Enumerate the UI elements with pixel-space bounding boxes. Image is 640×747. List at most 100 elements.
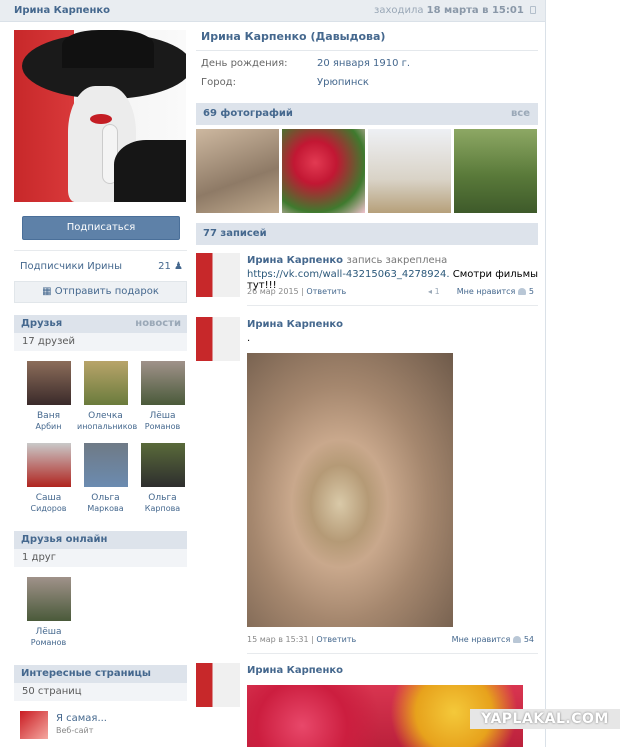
friend-last-name[interactable]: инопальников xyxy=(77,422,137,432)
friend-item[interactable]: Лёша Романов xyxy=(134,361,191,443)
online-friends-header[interactable]: Друзья онлайн xyxy=(14,531,187,549)
info-row-birthday: День рождения: 20 января 1910 г. xyxy=(196,58,538,74)
pages-header[interactable]: Интересные страницы xyxy=(14,665,187,683)
friend-avatar[interactable] xyxy=(140,361,185,405)
like-label: Мне нравится xyxy=(456,287,516,296)
divider xyxy=(247,305,538,306)
friend-avatar[interactable] xyxy=(83,443,128,487)
friend-first-name[interactable]: Ваня xyxy=(20,410,77,422)
info-value[interactable]: Урюпинск xyxy=(317,77,369,88)
friend-item[interactable]: Ольга Карпова xyxy=(134,443,191,525)
reply-link[interactable]: Ответить xyxy=(306,287,346,296)
post-link[interactable]: https://vk.com/wall-43215063_4278924. xyxy=(247,269,450,280)
photos-all-link[interactable]: все xyxy=(511,108,530,119)
heart-icon xyxy=(518,288,527,295)
post-action: запись закреплена xyxy=(346,255,448,266)
friend-item[interactable]: Ваня Арбин xyxy=(20,361,77,443)
watermark: YAPLAKAL.COM xyxy=(470,709,620,729)
page-type: Веб-сайт xyxy=(56,726,94,735)
share-count-value: 1 xyxy=(434,287,440,296)
online-friends-grid: Лёша Романов xyxy=(14,577,187,659)
page-title: Ирина Карпенко (Давыдова) xyxy=(201,30,386,43)
friend-last-name[interactable]: Романов xyxy=(134,422,191,432)
online-friends-title[interactable]: Друзья онлайн xyxy=(21,534,107,545)
post-date[interactable]: 26 мар 2015 xyxy=(247,287,299,296)
subscribers-row[interactable]: Подписчики Ирины 21 ♟ xyxy=(14,251,187,281)
photo-thumb[interactable] xyxy=(368,129,451,213)
post-author: Ирина Карпенко запись закреплена xyxy=(247,255,447,266)
friend-first-name[interactable]: Лёша xyxy=(20,626,77,638)
post-photo[interactable] xyxy=(247,353,453,627)
page-avatar[interactable] xyxy=(20,711,48,739)
friend-item[interactable]: Лёша Романов xyxy=(20,577,77,659)
friends-news-link[interactable]: новости xyxy=(135,318,181,329)
friend-last-name[interactable]: Арбин xyxy=(20,422,77,432)
friends-header[interactable]: Друзья новости xyxy=(14,315,187,333)
send-gift-button[interactable]: ▦ Отправить подарок xyxy=(14,281,187,303)
post-author-name[interactable]: Ирина Карпенко xyxy=(247,255,343,266)
subscribe-button[interactable]: Подписаться xyxy=(22,216,180,240)
post-author-name[interactable]: Ирина Карпенко xyxy=(247,665,343,676)
gift-icon: ▦ xyxy=(42,286,52,297)
friend-avatar[interactable] xyxy=(140,443,185,487)
friend-last-name[interactable]: Сидоров xyxy=(20,504,77,514)
friend-first-name[interactable]: Ольга xyxy=(77,492,134,504)
friends-title[interactable]: Друзья xyxy=(21,318,62,329)
friend-avatar[interactable] xyxy=(26,577,71,621)
wall-post: Ирина Карпенко запись закреплена https:/… xyxy=(196,253,538,317)
wall-header[interactable]: 77 записей xyxy=(196,223,538,245)
pages-count: 50 страниц xyxy=(14,683,187,701)
profile-avatar[interactable] xyxy=(14,30,186,202)
last-seen-status: заходила 18 марта в 15:01 xyxy=(374,5,536,16)
friend-last-name[interactable]: Карпова xyxy=(134,504,191,514)
post-avatar[interactable] xyxy=(196,663,240,707)
post-author-name[interactable]: Ирина Карпенко xyxy=(247,319,343,330)
wall-title[interactable]: 77 записей xyxy=(203,228,267,239)
friend-first-name[interactable]: Ольга xyxy=(134,492,191,504)
like-count: 5 xyxy=(528,287,534,296)
photo-thumb[interactable] xyxy=(454,129,537,213)
post-avatar[interactable] xyxy=(196,317,240,361)
reply-link[interactable]: Ответить xyxy=(316,635,356,644)
like-button[interactable]: Мне нравится 54 xyxy=(452,635,534,644)
info-value[interactable]: 20 января 1910 г. xyxy=(317,58,410,69)
friend-last-name[interactable]: Маркова xyxy=(77,504,134,514)
post-avatar[interactable] xyxy=(196,253,240,297)
friend-first-name[interactable]: Лёша xyxy=(134,410,191,422)
friend-last-name[interactable]: Романов xyxy=(20,638,77,648)
post-meta: 15 мар в 15:31 | Ответить xyxy=(247,635,357,644)
friend-item[interactable]: Олечка инопальников xyxy=(77,361,137,443)
friend-first-name[interactable]: Саша xyxy=(20,492,77,504)
page-item[interactable]: Я самая... Веб-сайт xyxy=(14,711,187,741)
post-text: . xyxy=(247,333,251,344)
page-name[interactable]: Я самая... xyxy=(56,713,107,724)
friend-item[interactable]: Ольга Маркова xyxy=(77,443,134,525)
like-count: 54 xyxy=(523,635,534,644)
pages-title[interactable]: Интересные страницы xyxy=(21,668,151,679)
subscribers-count: 21 ♟ xyxy=(158,261,183,272)
heart-icon xyxy=(513,636,522,643)
top-bar: Ирина Карпенко заходила 18 марта в 15:01 xyxy=(0,0,545,22)
photos-header[interactable]: 69 фотографий все xyxy=(196,103,538,125)
mobile-icon xyxy=(530,6,536,14)
friend-avatar[interactable] xyxy=(83,361,128,405)
photo-thumb[interactable] xyxy=(282,129,365,213)
friends-grid: Ваня Арбин Олечка инопальников Лёша Рома… xyxy=(14,361,187,525)
like-button[interactable]: Мне нравится 5 xyxy=(457,287,534,296)
photo-thumb[interactable] xyxy=(196,129,279,213)
friend-first-name[interactable]: Олечка xyxy=(77,410,134,422)
info-label: День рождения: xyxy=(201,58,288,69)
right-column: Ирина Карпенко (Давыдова) День рождения:… xyxy=(196,30,538,747)
header-name[interactable]: Ирина Карпенко xyxy=(14,5,110,16)
last-seen-date: 18 марта в 15:01 xyxy=(426,5,524,16)
friends-count: 17 друзей xyxy=(14,333,187,351)
friend-item[interactable]: Саша Сидоров xyxy=(20,443,77,525)
post-date[interactable]: 15 мар в 15:31 xyxy=(247,635,309,644)
info-row-city: Город: Урюпинск xyxy=(196,77,538,93)
share-count[interactable]: ◂ 1 xyxy=(428,287,440,296)
subscribers-label: Подписчики Ирины xyxy=(20,261,122,272)
friend-avatar[interactable] xyxy=(26,443,71,487)
friend-avatar[interactable] xyxy=(26,361,71,405)
profile-page: Ирина Карпенко заходила 18 марта в 15:01… xyxy=(0,0,546,747)
photos-title[interactable]: 69 фотографий xyxy=(203,108,293,119)
